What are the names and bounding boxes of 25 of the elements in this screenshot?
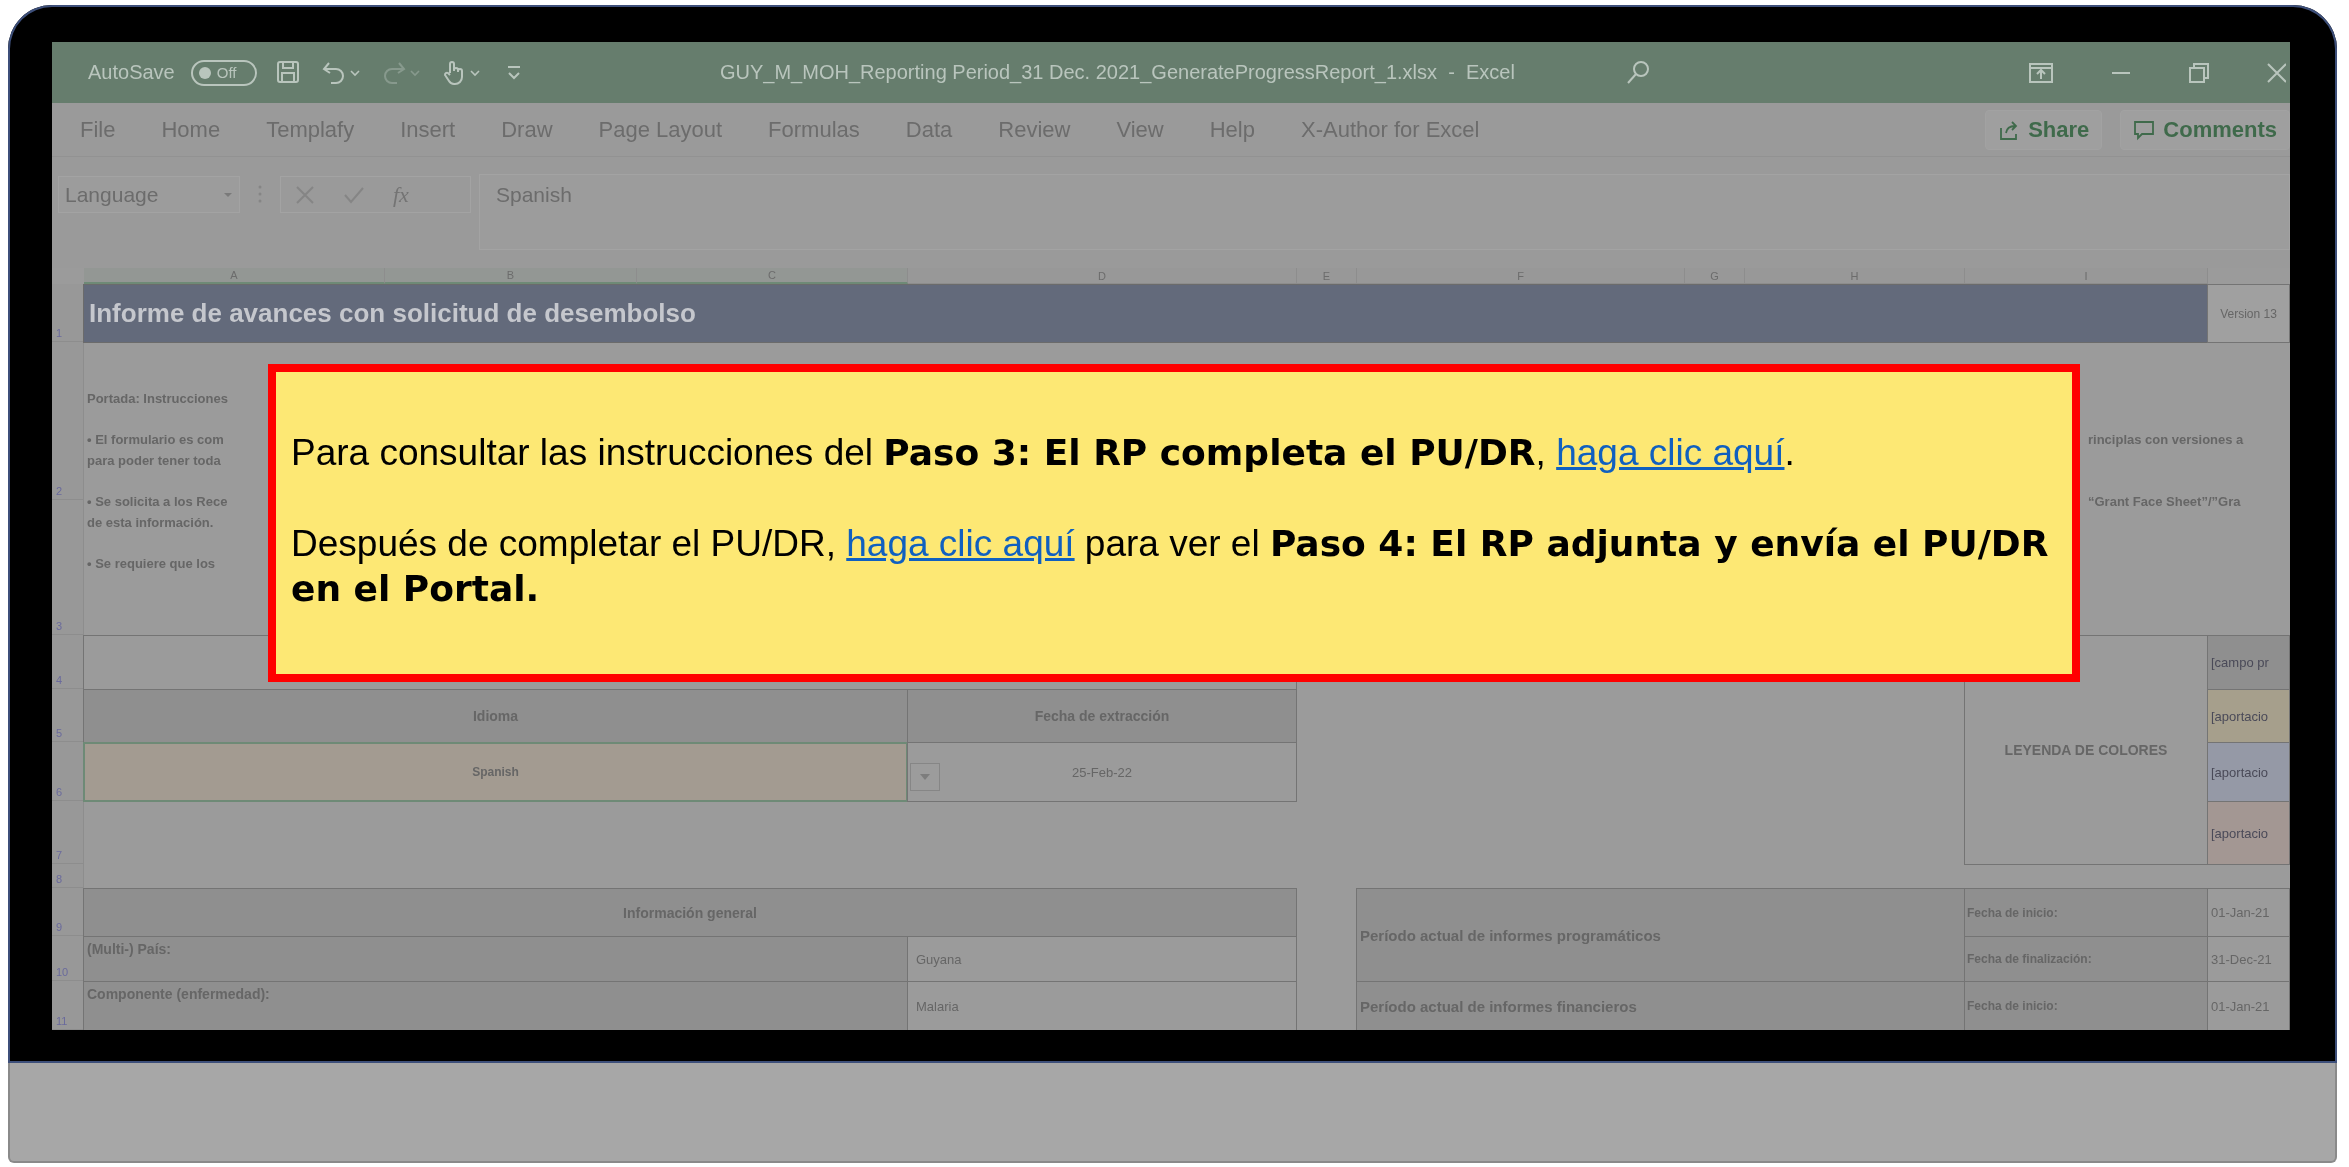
restore-icon[interactable]	[2188, 61, 2210, 84]
caret-icon[interactable]	[348, 67, 361, 78]
caret-icon[interactable]	[223, 190, 233, 199]
close-icon[interactable]	[2266, 61, 2286, 84]
legend-swatch-cell: [aportacio	[2207, 801, 2290, 865]
sheet-title: Informe de avances con solicitud de desembolso	[83, 284, 2208, 343]
help-link[interactable]: haga clic aquí	[1556, 432, 1785, 473]
legend-swatch-cell: [campo pr	[2207, 635, 2290, 690]
callout-text: Después de completar el PU/DR, haga clic aquí para ver el Paso 4: El RP adjunta y envía el PU/DR en el Portal.	[291, 522, 2050, 611]
caret-icon[interactable]	[468, 67, 481, 78]
help-link[interactable]: haga clic aquí	[846, 523, 1075, 564]
window-title: GUY_M_MOH_Reporting Period_31 Dec. 2021_GenerateProgressReport_1.xlsx - Excel	[720, 61, 1515, 84]
legend-swatch-cell: [aportacio	[2207, 742, 2290, 802]
dropdown-button[interactable]	[910, 763, 940, 791]
comment-icon	[2133, 118, 2156, 141]
ribbon-display-icon[interactable]	[2028, 61, 2054, 84]
autosave-label: AutoSave	[88, 61, 175, 84]
comments-button[interactable]: Comments	[2120, 109, 2290, 150]
callout-text: Para consultar las instrucciones del Paso 3: El RP completa el PU/DR, haga clic aquí.	[291, 431, 1796, 475]
legend-swatch-cell: [aportacio	[2207, 689, 2290, 743]
autosave-toggle[interactable]: Off	[190, 59, 257, 86]
caret-icon	[919, 773, 931, 781]
language-cell[interactable]: Spanish	[83, 742, 908, 802]
share-button[interactable]: Share	[1985, 109, 2103, 150]
version-cell: Version 13	[2207, 284, 2290, 343]
